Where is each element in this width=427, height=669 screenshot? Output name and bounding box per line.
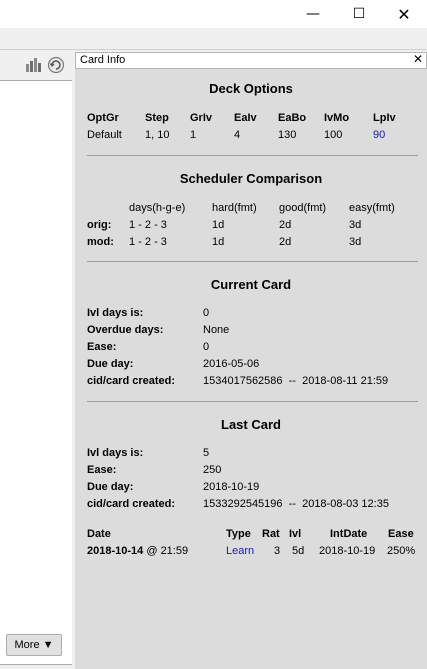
- review-type: Learn: [226, 545, 255, 557]
- review-ease: 250%: [387, 545, 416, 557]
- section-divider: [87, 155, 418, 156]
- field-value: 2018-10-19: [203, 481, 260, 493]
- minimize-button[interactable]: —: [290, 0, 336, 28]
- review-intdate: 2018-10-19: [319, 545, 376, 557]
- section-divider: [87, 261, 418, 262]
- deck-options-value: 130: [278, 129, 297, 141]
- card-info-header: Card Info ✕: [75, 52, 427, 69]
- scheduler-cell: 1d: [212, 236, 225, 248]
- review-rating: 3: [274, 545, 281, 557]
- field-value: 0: [203, 341, 210, 353]
- deck-options-header: GrIv: [190, 112, 213, 124]
- review-date: 2018-10-14: [87, 545, 144, 557]
- deck-options-value: 4: [234, 129, 241, 141]
- scheduler-row-label: orig:: [87, 219, 112, 231]
- review-log-header: Rat: [262, 528, 280, 540]
- close-window-button[interactable]: ✕: [381, 0, 427, 28]
- refresh-icon[interactable]: [47, 56, 65, 74]
- deck-options-heading: Deck Options: [209, 81, 293, 96]
- deck-options-header: Step: [145, 112, 169, 124]
- scheduler-cell: 1d: [212, 219, 225, 231]
- close-icon[interactable]: ✕: [413, 52, 423, 66]
- deck-options-value: 1: [190, 129, 197, 141]
- card-info-panel: Card Info ✕ Deck Options OptGr Step GrIv…: [75, 52, 427, 669]
- scheduler-header: days(h-g-e): [129, 202, 186, 214]
- deck-options-header: IvMo: [324, 112, 350, 124]
- field-value: 0: [203, 307, 210, 319]
- more-button-label: More: [14, 639, 40, 651]
- bar-chart-icon[interactable]: [24, 56, 42, 74]
- review-log-header: Ivl: [289, 528, 302, 540]
- section-divider: [87, 401, 418, 402]
- current-card-heading: Current Card: [210, 277, 292, 292]
- scheduler-header: good(fmt): [279, 202, 327, 214]
- field-value: 1533292545196 -- 2018-08-03 12:35: [203, 498, 389, 510]
- scheduler-cell: 3d: [349, 219, 362, 231]
- scheduler-cell: 3d: [349, 236, 362, 248]
- field-label: Ease:: [87, 341, 117, 353]
- deck-options-value: Default: [87, 129, 122, 141]
- field-label: cid/card created:: [87, 375, 176, 387]
- scheduler-header: easy(fmt): [349, 202, 395, 214]
- scheduler-cell: 2d: [279, 236, 292, 248]
- window-titlebar: — ☐ ✕: [0, 0, 427, 28]
- deck-options-value: 1, 10: [145, 129, 170, 141]
- field-label: Ivl days is:: [87, 307, 144, 319]
- left-pane: [0, 50, 72, 669]
- deck-options-header: OptGr: [87, 112, 119, 124]
- maximize-button[interactable]: ☐: [336, 0, 382, 28]
- deck-options-header: EaBo: [278, 112, 307, 124]
- scheduler-cell: 1 - 2 - 3: [129, 219, 167, 231]
- field-label: Ease:: [87, 464, 117, 476]
- field-label: Due day:: [87, 481, 134, 493]
- review-interval: 5d: [292, 545, 305, 557]
- chevron-down-icon: ▼: [42, 639, 54, 651]
- review-log-row: 2018-10-14 @ 21:59: [87, 545, 188, 557]
- card-info-title: Card Info: [80, 54, 126, 66]
- field-label: Overdue days:: [87, 324, 164, 336]
- field-value: 2016-05-06: [203, 358, 260, 370]
- scheduler-cell: 1 - 2 - 3: [129, 236, 167, 248]
- deck-options-value: 90: [373, 129, 386, 141]
- field-label: cid/card created:: [87, 498, 176, 510]
- field-value: None: [203, 324, 230, 336]
- review-log-header: IntDate: [330, 528, 368, 540]
- field-value: 5: [203, 447, 210, 459]
- more-button[interactable]: More ▼: [6, 634, 62, 656]
- scheduler-heading: Scheduler Comparison: [179, 171, 323, 186]
- scheduler-cell: 2d: [279, 219, 292, 231]
- deck-options-header: LpIv: [373, 112, 396, 124]
- field-value: 1534017562586 -- 2018-08-11 21:59: [203, 375, 389, 387]
- field-label: Due day:: [87, 358, 134, 370]
- review-log-header: Type: [226, 528, 251, 540]
- review-time: @ 21:59: [146, 545, 189, 557]
- field-label: Ivl days is:: [87, 447, 144, 459]
- scheduler-row-label: mod:: [87, 236, 114, 248]
- scheduler-header: hard(fmt): [212, 202, 257, 214]
- field-value: 250: [203, 464, 222, 476]
- review-log-header: Date: [87, 528, 111, 540]
- card-list[interactable]: [0, 80, 72, 665]
- last-card-heading: Last Card: [221, 417, 281, 432]
- deck-options-value: 100: [324, 129, 343, 141]
- deck-options-header: EaIv: [234, 112, 257, 124]
- review-log-header: Ease: [388, 528, 414, 540]
